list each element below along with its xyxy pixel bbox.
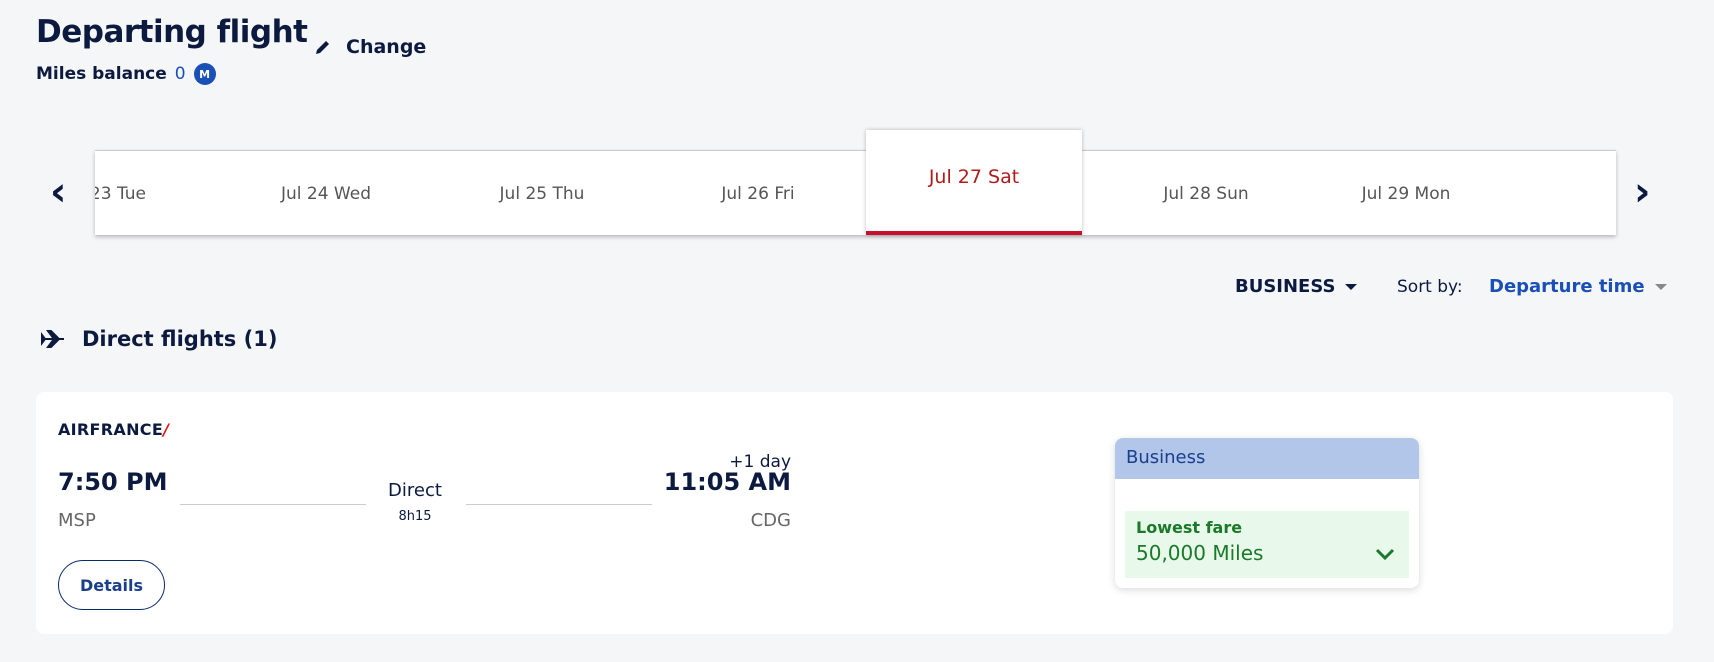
duration: 8h15	[398, 509, 432, 524]
miles-balance: Miles balance 0 M	[36, 63, 216, 85]
stops: Direct	[388, 480, 442, 501]
next-dates-arrow[interactable]: ›	[1634, 172, 1650, 212]
change-label: Change	[346, 36, 427, 58]
fare-tag: Lowest fare	[1136, 518, 1243, 537]
airline-logo: AIRFRANCE/	[58, 420, 170, 439]
caret-down-icon	[1345, 284, 1358, 290]
sort-label: Sort by:	[1397, 277, 1463, 297]
date-tab[interactable]: Jul 24 Wed	[218, 151, 434, 235]
change-button[interactable]: Change	[314, 36, 426, 58]
date-tab[interactable]: Jul 23 Tue	[95, 151, 218, 235]
depart-time: 7:50 PM	[58, 468, 168, 496]
date-tab[interactable]: Jul 25 Thu	[434, 151, 650, 235]
sort-value: Departure time	[1489, 276, 1645, 297]
date-tab[interactable]: Jul 28 Sun	[1098, 151, 1314, 235]
fare-price-box: Lowest fare 50,000 Miles	[1125, 511, 1409, 578]
fare-cabin: Business	[1115, 438, 1419, 479]
prev-dates-arrow[interactable]: ‹	[50, 172, 66, 212]
sort-dropdown[interactable]: Departure time	[1489, 276, 1667, 297]
arrive-airport: CDG	[750, 510, 791, 531]
details-button[interactable]: Details	[58, 560, 165, 610]
cabin-value: BUSINESS	[1235, 276, 1336, 297]
route-line	[466, 504, 652, 505]
section-title: Direct flights (1)	[82, 327, 278, 351]
route-line	[180, 504, 366, 505]
date-strip: Jul 23 Tue Jul 24 Wed Jul 25 Thu Jul 26 …	[95, 150, 1616, 235]
date-tab[interactable]: Jul 26 Fri	[650, 151, 866, 235]
arrive-time: 11:05 AM	[663, 468, 791, 496]
cabin-dropdown[interactable]: BUSINESS	[1235, 276, 1358, 297]
date-tab[interactable]: Jul 29 Mon	[1298, 151, 1514, 235]
caret-down-icon	[1654, 284, 1667, 290]
depart-airport: MSP	[58, 510, 96, 531]
miles-value: 0	[174, 64, 186, 84]
fare-option[interactable]: Business Lowest fare 50,000 Miles	[1115, 438, 1419, 588]
page-title: Departing flight	[36, 14, 308, 50]
miles-label: Miles balance	[36, 64, 167, 84]
flight-card: AIRFRANCE/ 7:50 PM MSP Direct 8h15 +1 da…	[36, 392, 1673, 634]
pencil-icon	[316, 41, 329, 54]
fare-price: 50,000 Miles	[1136, 541, 1264, 565]
airplane-icon	[41, 330, 64, 348]
miles-coin-icon: M	[193, 63, 216, 85]
section-heading: Direct flights (1)	[40, 327, 277, 351]
date-tab-selected[interactable]: Jul 27 Sat	[866, 130, 1082, 235]
chevron-down-icon	[1375, 548, 1395, 561]
